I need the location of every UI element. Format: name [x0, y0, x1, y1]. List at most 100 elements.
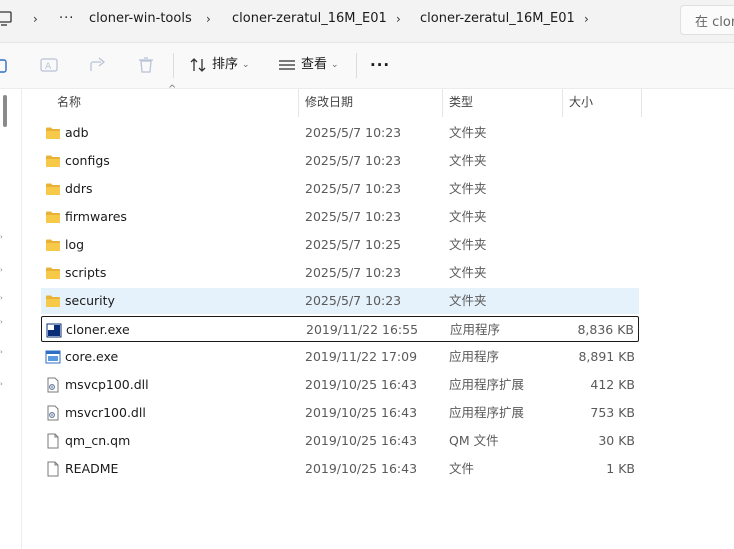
delete-icon[interactable] [136, 55, 156, 75]
file-modified-date: 2019/10/25 16:43 [305, 377, 418, 392]
column-header-type[interactable]: 类型 [449, 89, 473, 117]
file-type: 应用程序 [449, 349, 500, 364]
file-size: 30 KB [598, 433, 635, 448]
file-size: 412 KB [590, 377, 635, 392]
file-row[interactable]: configs 2025/5/7 10:23 文件夹 [41, 148, 639, 174]
search-box[interactable]: 在 clon [680, 5, 734, 35]
sort-ascending-icon: ^ [168, 84, 177, 95]
sort-icon[interactable] [188, 55, 208, 75]
breadcrumb-item-2[interactable]: cloner-zeratul_16M_E01 [232, 9, 387, 29]
file-modified-date: 2025/5/7 10:23 [305, 153, 402, 168]
breadcrumb-overflow[interactable]: ··· [59, 9, 74, 29]
file-modified-date: 2025/5/7 10:23 [305, 293, 402, 308]
expand-arrow-icon[interactable]: › [0, 234, 4, 241]
file-size: 8,891 KB [578, 349, 635, 364]
file-name[interactable]: msvcr100.dll [65, 400, 146, 426]
file-row[interactable]: ddrs 2025/5/7 10:23 文件夹 [41, 176, 639, 202]
column-divider[interactable] [641, 89, 642, 117]
expand-arrow-icon[interactable]: › [0, 381, 4, 388]
file-name[interactable]: cloner.exe [66, 317, 130, 343]
file-name[interactable]: ddrs [65, 176, 93, 202]
address-bar: › ··· cloner-win-tools › cloner-zeratul_… [0, 0, 734, 43]
file-name[interactable]: security [65, 288, 115, 314]
column-divider[interactable] [562, 89, 563, 117]
file-modified-date: 2019/10/25 16:43 [305, 405, 418, 420]
chevron-right-icon[interactable]: › [396, 9, 401, 29]
view-button[interactable]: 查看 [301, 55, 327, 75]
file-row[interactable]: cloner.exe 2019/11/22 16:55 应用程序 8,836 KB [41, 316, 639, 342]
file-type: 应用程序 [450, 322, 501, 337]
file-name[interactable]: scripts [65, 260, 106, 286]
sort-button[interactable]: 排序 [212, 55, 238, 75]
file-row[interactable]: msvcr100.dll 2019/10/25 16:43 应用程序扩展 753 KB [41, 400, 639, 426]
chevron-right-icon[interactable]: › [206, 9, 211, 29]
chevron-right-icon[interactable]: › [584, 9, 589, 29]
column-header-size[interactable]: 大小 [569, 89, 593, 117]
expand-arrow-icon[interactable]: › [0, 295, 4, 302]
navigation-scrollbar[interactable] [3, 95, 7, 127]
file-type: 文件夹 [449, 181, 487, 196]
file-name[interactable]: firmwares [65, 204, 127, 230]
file-type: 文件夹 [449, 153, 487, 168]
file-type: 文件夹 [449, 265, 487, 280]
expand-arrow-icon[interactable]: › [0, 319, 4, 326]
this-pc-icon[interactable] [0, 10, 14, 28]
file-modified-date: 2019/11/22 16:55 [306, 322, 419, 337]
file-size: 8,836 KB [577, 322, 634, 337]
pane-divider [21, 89, 22, 549]
chevron-right-icon[interactable]: › [33, 9, 38, 29]
expand-arrow-icon[interactable]: › [0, 267, 4, 274]
navigation-pane[interactable] [0, 89, 22, 549]
file-modified-date: 2025/5/7 10:23 [305, 209, 402, 224]
file-name[interactable]: README [65, 456, 118, 482]
file-type: 文件夹 [449, 125, 487, 140]
chevron-down-icon[interactable]: ⌄ [331, 55, 339, 75]
file-name[interactable]: core.exe [65, 344, 118, 370]
file-modified-date: 2019/10/25 16:43 [305, 433, 418, 448]
file-modified-date: 2025/5/7 10:23 [305, 125, 402, 140]
file-type: 应用程序扩展 [449, 405, 525, 420]
file-row[interactable]: security 2025/5/7 10:23 文件夹 [41, 288, 639, 314]
file-type: 应用程序扩展 [449, 377, 525, 392]
column-header-name[interactable]: 名称 [57, 89, 81, 117]
file-type: 文件夹 [449, 209, 487, 224]
file-name[interactable]: configs [65, 148, 110, 174]
breadcrumb-item-3[interactable]: cloner-zeratul_16M_E01 [420, 9, 575, 29]
chevron-down-icon[interactable]: ⌄ [242, 55, 250, 75]
file-name[interactable]: log [65, 232, 84, 258]
view-icon[interactable] [277, 55, 297, 75]
file-modified-date: 2025/5/7 10:25 [305, 237, 402, 252]
file-row[interactable]: qm_cn.qm 2019/10/25 16:43 QM 文件 30 KB [41, 428, 639, 454]
rename-icon[interactable]: A [39, 55, 59, 75]
file-modified-date: 2019/11/22 17:09 [305, 349, 418, 364]
file-row[interactable]: msvcp100.dll 2019/10/25 16:43 应用程序扩展 412 KB [41, 372, 639, 398]
column-header-date[interactable]: 修改日期 [305, 89, 353, 117]
command-bar: A 排序 ⌄ 查看 ⌄ ··· [0, 43, 734, 89]
file-row[interactable]: core.exe 2019/11/22 17:09 应用程序 8,891 KB [41, 344, 639, 370]
toolbar-divider [356, 53, 357, 78]
copy-icon[interactable] [0, 55, 12, 75]
file-type: 文件 [449, 461, 475, 476]
file-type: 文件夹 [449, 293, 487, 308]
file-name[interactable]: msvcp100.dll [65, 372, 149, 398]
file-row[interactable]: scripts 2025/5/7 10:23 文件夹 [41, 260, 639, 286]
file-name[interactable]: adb [65, 120, 89, 146]
file-type: QM 文件 [449, 433, 499, 448]
column-divider[interactable] [442, 89, 443, 117]
svg-text:A: A [45, 62, 52, 72]
file-row[interactable]: adb 2025/5/7 10:23 文件夹 [41, 120, 639, 146]
file-size: 1 KB [606, 461, 635, 476]
expand-arrow-icon[interactable]: › [0, 349, 4, 356]
file-row[interactable]: log 2025/5/7 10:25 文件夹 [41, 232, 639, 258]
search-placeholder: 在 clon [695, 15, 734, 30]
more-options-button[interactable]: ··· [370, 55, 390, 75]
file-modified-date: 2025/5/7 10:23 [305, 265, 402, 280]
share-icon[interactable] [88, 55, 108, 75]
file-row[interactable]: README 2019/10/25 16:43 文件 1 KB [41, 456, 639, 482]
file-row[interactable]: firmwares 2025/5/7 10:23 文件夹 [41, 204, 639, 230]
file-name[interactable]: qm_cn.qm [65, 428, 130, 454]
column-divider[interactable] [298, 89, 299, 117]
file-size: 753 KB [590, 405, 635, 420]
file-modified-date: 2019/10/25 16:43 [305, 461, 418, 476]
breadcrumb-item-1[interactable]: cloner-win-tools [89, 9, 192, 29]
